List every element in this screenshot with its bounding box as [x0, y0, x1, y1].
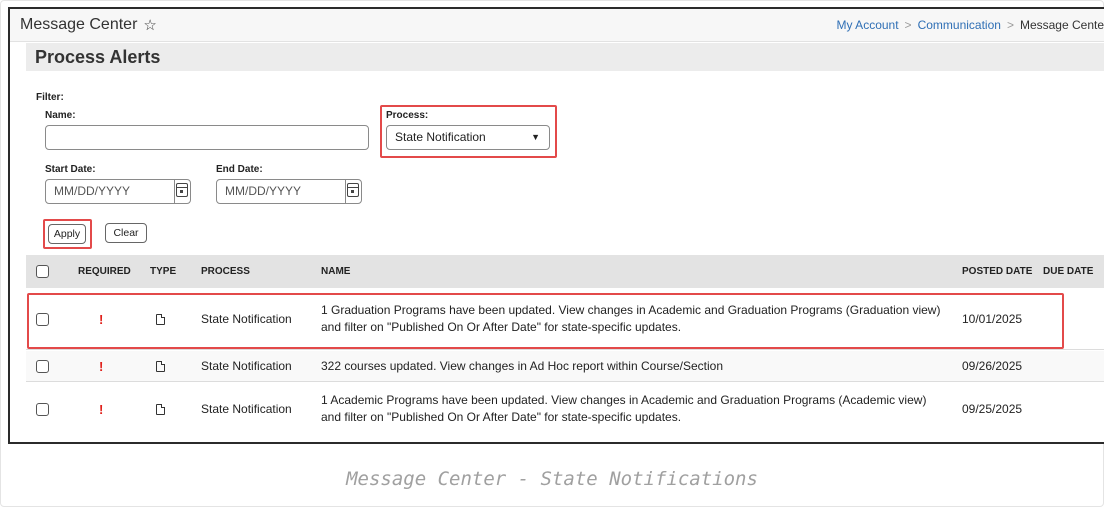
- top-bar: Message Center ☆ My Account > Communicatio…: [10, 9, 1104, 42]
- column-posted-date[interactable]: POSTED DATE: [962, 266, 1032, 277]
- required-icon: !: [99, 402, 104, 417]
- process-alerts-panel: Process Alerts Filter: Name: Process: St…: [26, 43, 1104, 442]
- table-row[interactable]: ! State Notification 1 Academic Programs…: [26, 383, 1104, 438]
- apply-highlight: [43, 219, 92, 249]
- start-date-input[interactable]: MM/DD/YYYY: [45, 179, 191, 204]
- star-icon[interactable]: ☆: [143, 16, 156, 34]
- row-highlight: [27, 293, 1064, 349]
- row-checkbox[interactable]: [36, 360, 49, 373]
- column-process[interactable]: PROCESS: [201, 266, 250, 277]
- breadcrumb-my-account[interactable]: My Account: [837, 18, 899, 32]
- table-row[interactable]: ! State Notification 322 courses updated…: [26, 351, 1104, 382]
- breadcrumb-separator: >: [904, 18, 912, 32]
- divider: [174, 179, 175, 204]
- column-required[interactable]: REQUIRED: [78, 266, 131, 277]
- end-date-label: End Date:: [216, 164, 263, 175]
- screenshot: Message Center ☆ My Account > Communicatio…: [8, 7, 1104, 444]
- name-label: Name:: [45, 110, 76, 121]
- row-name-line: and filter on "Published On Or After Dat…: [321, 410, 682, 424]
- end-date-input[interactable]: MM/DD/YYYY: [216, 179, 362, 204]
- document-icon: [156, 404, 165, 415]
- calendar-icon: [347, 183, 359, 197]
- alerts-table: REQUIRED TYPE PROCESS NAME POSTED DATE D…: [26, 255, 1104, 424]
- select-all-checkbox[interactable]: [36, 265, 49, 278]
- start-date-picker[interactable]: [174, 179, 191, 204]
- section-header: Process Alerts: [26, 43, 1104, 71]
- filter-label: Filter:: [36, 92, 64, 103]
- column-due-date[interactable]: DUE DATE: [1043, 266, 1093, 277]
- document-icon: [156, 361, 165, 372]
- row-name-line: 1 Academic Programs have been updated. V…: [321, 393, 927, 407]
- end-date-picker[interactable]: [345, 179, 362, 204]
- row-posted-date: 09/25/2025: [962, 402, 1023, 416]
- breadcrumb-communication[interactable]: Communication: [918, 18, 1001, 32]
- clear-button[interactable]: Clear: [105, 223, 147, 243]
- calendar-icon: [176, 183, 188, 197]
- divider: [345, 179, 346, 204]
- row-posted-date: 09/26/2025: [962, 359, 1023, 373]
- name-input[interactable]: [45, 125, 369, 150]
- start-date-label: Start Date:: [45, 164, 96, 175]
- row-process: State Notification: [201, 359, 292, 373]
- section-title: Process Alerts: [35, 46, 161, 67]
- required-icon: !: [99, 359, 104, 374]
- app-title: Message Center: [20, 16, 138, 33]
- table-header: REQUIRED TYPE PROCESS NAME POSTED DATE D…: [26, 255, 1104, 288]
- breadcrumb-separator: >: [1006, 18, 1014, 32]
- figure-caption: Message Center - State Notifications: [346, 468, 758, 490]
- column-name[interactable]: NAME: [321, 266, 350, 277]
- process-highlight: [380, 105, 557, 158]
- breadcrumb-message-center: Message Cente: [1019, 18, 1104, 32]
- column-type[interactable]: TYPE: [150, 266, 176, 277]
- breadcrumb: My Account > Communication > Message Cente: [837, 18, 1104, 32]
- row-name-line: 322 courses updated. View changes in Ad …: [321, 359, 724, 373]
- row-checkbox[interactable]: [36, 403, 49, 416]
- row-process: State Notification: [201, 402, 292, 416]
